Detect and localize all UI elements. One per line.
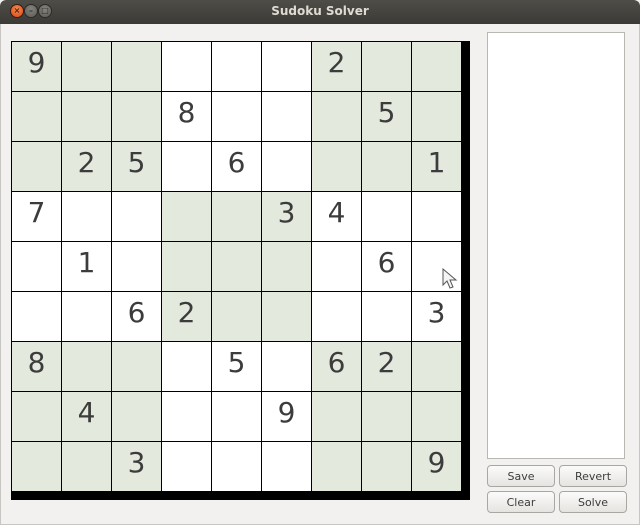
sudoku-cell-r0-c0[interactable]: 9 <box>12 42 61 91</box>
sudoku-cell-r6-c1[interactable] <box>62 342 111 391</box>
sudoku-cell-r0-c8[interactable] <box>412 42 461 91</box>
sudoku-cell-r6-c0[interactable]: 8 <box>12 342 61 391</box>
sudoku-cell-r1-c3[interactable]: 8 <box>162 92 211 141</box>
clear-button[interactable]: Clear <box>487 491 555 513</box>
sudoku-cell-r2-c0[interactable] <box>12 142 61 191</box>
sudoku-cell-r4-c7[interactable]: 6 <box>362 242 411 291</box>
sudoku-cell-r5-c7[interactable] <box>362 292 411 341</box>
sudoku-cell-r8-c5[interactable] <box>262 442 311 491</box>
sudoku-cell-r6-c4[interactable]: 5 <box>212 342 261 391</box>
sudoku-cell-r1-c2[interactable] <box>112 92 161 141</box>
sudoku-cell-r1-c0[interactable] <box>12 92 61 141</box>
sudoku-cell-r4-c0[interactable] <box>12 242 61 291</box>
sudoku-cell-r0-c1[interactable] <box>62 42 111 91</box>
sudoku-cell-r5-c0[interactable] <box>12 292 61 341</box>
sudoku-cell-r0-c6[interactable]: 2 <box>312 42 361 91</box>
sudoku-cell-r3-c1[interactable] <box>62 192 111 241</box>
sudoku-cell-r8-c8[interactable]: 9 <box>412 442 461 491</box>
sudoku-cell-r7-c1[interactable]: 4 <box>62 392 111 441</box>
sudoku-cell-r0-c4[interactable] <box>212 42 261 91</box>
output-panel[interactable] <box>487 32 625 459</box>
title-bar: × – □ Sudoku Solver <box>0 0 640 24</box>
sudoku-cell-r7-c0[interactable] <box>12 392 61 441</box>
sudoku-cell-r3-c3[interactable] <box>162 192 211 241</box>
save-button[interactable]: Save <box>487 465 555 487</box>
sudoku-cell-r7-c4[interactable] <box>212 392 261 441</box>
sudoku-cell-r0-c3[interactable] <box>162 42 211 91</box>
sudoku-cell-r2-c7[interactable] <box>362 142 411 191</box>
sudoku-cell-r7-c2[interactable] <box>112 392 161 441</box>
sudoku-cell-r2-c4[interactable]: 6 <box>212 142 261 191</box>
sudoku-cell-r6-c5[interactable] <box>262 342 311 391</box>
sudoku-cell-r6-c8[interactable] <box>412 342 461 391</box>
sudoku-cell-r2-c1[interactable]: 2 <box>62 142 111 191</box>
sudoku-cell-r8-c0[interactable] <box>12 442 61 491</box>
sudoku-cell-r7-c7[interactable] <box>362 392 411 441</box>
sudoku-cell-r2-c8[interactable]: 1 <box>412 142 461 191</box>
sudoku-cell-r3-c2[interactable] <box>112 192 161 241</box>
sudoku-cell-r4-c2[interactable] <box>112 242 161 291</box>
sudoku-cell-r1-c1[interactable] <box>62 92 111 141</box>
sudoku-cell-r1-c6[interactable] <box>312 92 361 141</box>
sudoku-cell-r5-c3[interactable]: 2 <box>162 292 211 341</box>
sudoku-cell-r8-c4[interactable] <box>212 442 261 491</box>
sudoku-cell-r8-c6[interactable] <box>312 442 361 491</box>
sudoku-cell-r2-c6[interactable] <box>312 142 361 191</box>
sudoku-cell-r4-c3[interactable] <box>162 242 211 291</box>
sudoku-cell-r1-c7[interactable]: 5 <box>362 92 411 141</box>
sudoku-cell-r5-c2[interactable]: 6 <box>112 292 161 341</box>
sudoku-cell-r7-c3[interactable] <box>162 392 211 441</box>
sudoku-cell-r3-c8[interactable] <box>412 192 461 241</box>
sudoku-cell-r5-c1[interactable] <box>62 292 111 341</box>
app-window: × – □ Sudoku Solver 92852561734166238562… <box>0 0 640 525</box>
sudoku-cell-r6-c3[interactable] <box>162 342 211 391</box>
sudoku-cell-r8-c7[interactable] <box>362 442 411 491</box>
revert-button[interactable]: Revert <box>559 465 627 487</box>
sudoku-board: 928525617341662385624939 <box>11 41 470 500</box>
sudoku-cell-r4-c5[interactable] <box>262 242 311 291</box>
sudoku-cell-r3-c7[interactable] <box>362 192 411 241</box>
sudoku-cell-r0-c7[interactable] <box>362 42 411 91</box>
sudoku-cell-r7-c5[interactable]: 9 <box>262 392 311 441</box>
sudoku-cell-r2-c5[interactable] <box>262 142 311 191</box>
sudoku-cell-r6-c6[interactable]: 6 <box>312 342 361 391</box>
sudoku-cell-r1-c4[interactable] <box>212 92 261 141</box>
sudoku-cell-r3-c6[interactable]: 4 <box>312 192 361 241</box>
sudoku-cell-r3-c0[interactable]: 7 <box>12 192 61 241</box>
mouse-pointer-icon <box>442 268 458 289</box>
sudoku-cell-r4-c6[interactable] <box>312 242 361 291</box>
sudoku-cell-r8-c1[interactable] <box>62 442 111 491</box>
sudoku-cell-r8-c3[interactable] <box>162 442 211 491</box>
sudoku-cell-r0-c5[interactable] <box>262 42 311 91</box>
sudoku-cell-r5-c6[interactable] <box>312 292 361 341</box>
solve-button[interactable]: Solve <box>559 491 627 513</box>
sudoku-cell-r2-c3[interactable] <box>162 142 211 191</box>
sudoku-cell-r3-c5[interactable]: 3 <box>262 192 311 241</box>
sudoku-cell-r2-c2[interactable]: 5 <box>112 142 161 191</box>
sudoku-cell-r7-c6[interactable] <box>312 392 361 441</box>
sudoku-cell-r8-c2[interactable]: 3 <box>112 442 161 491</box>
sudoku-cell-r6-c2[interactable] <box>112 342 161 391</box>
sudoku-cell-r1-c5[interactable] <box>262 92 311 141</box>
sudoku-cell-r5-c5[interactable] <box>262 292 311 341</box>
window-title: Sudoku Solver <box>271 4 369 18</box>
sudoku-cell-r6-c7[interactable]: 2 <box>362 342 411 391</box>
sudoku-cell-r5-c4[interactable] <box>212 292 261 341</box>
sudoku-cell-r4-c4[interactable] <box>212 242 261 291</box>
sudoku-cell-r4-c1[interactable]: 1 <box>62 242 111 291</box>
sudoku-cell-r3-c4[interactable] <box>212 192 261 241</box>
sudoku-cell-r1-c8[interactable] <box>412 92 461 141</box>
sudoku-cell-r0-c2[interactable] <box>112 42 161 91</box>
sudoku-cell-r5-c8[interactable]: 3 <box>412 292 461 341</box>
sudoku-cell-r7-c8[interactable] <box>412 392 461 441</box>
